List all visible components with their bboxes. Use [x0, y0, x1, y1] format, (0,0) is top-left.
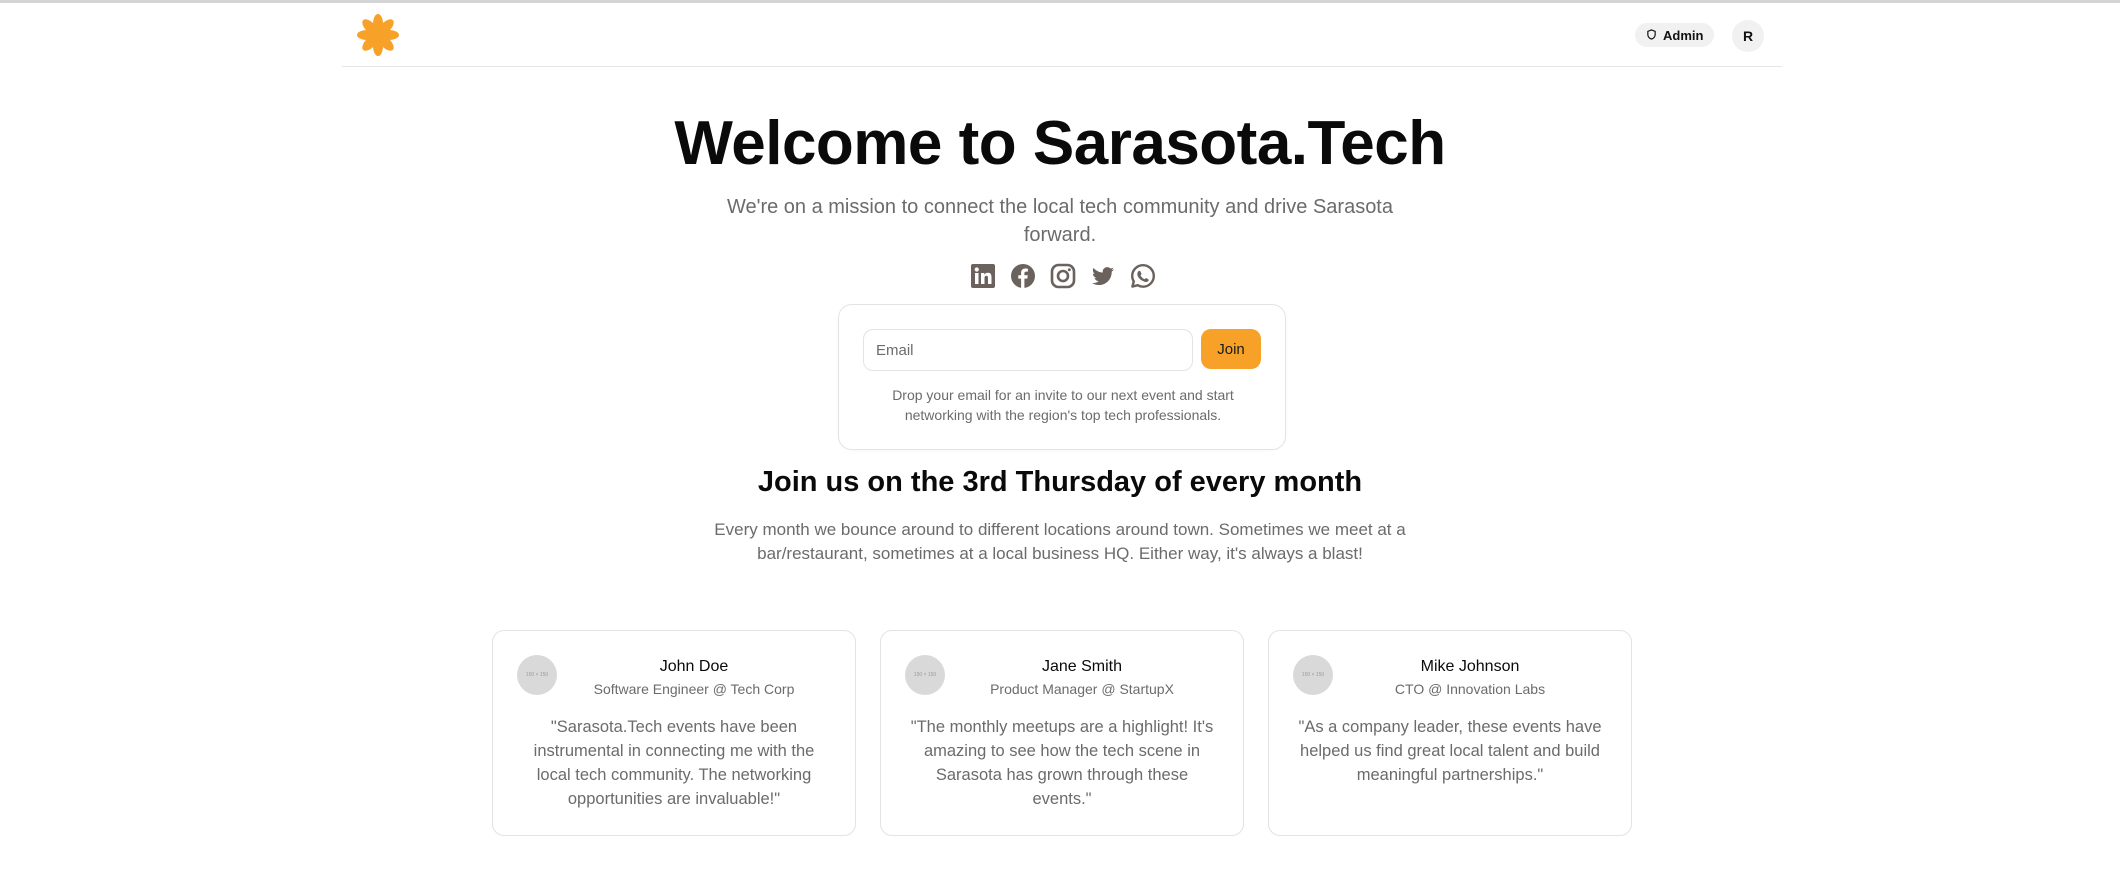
- signup-card: Join Drop your email for an invite to ou…: [838, 304, 1286, 450]
- twitter-icon[interactable]: [1089, 262, 1117, 290]
- admin-button[interactable]: Admin: [1635, 23, 1715, 47]
- meetup-description: Every month we bounce around to differen…: [714, 520, 1406, 563]
- testimonial-card: 150 × 150 Jane Smith Product Manager @ S…: [880, 630, 1244, 836]
- admin-label: Admin: [1663, 27, 1704, 43]
- social-links: [968, 262, 1158, 290]
- linkedin-icon[interactable]: [969, 262, 997, 290]
- testimonial-name: Jane Smith: [1041, 658, 1123, 675]
- avatar: 150 × 150: [905, 655, 945, 695]
- testimonial-quote: "Sarasota.Tech events have been instrume…: [533, 718, 815, 808]
- asterisk-flower-icon[interactable]: [356, 13, 400, 57]
- hero-subtitle: We're on a mission to connect the local …: [726, 196, 1393, 246]
- testimonial-card: 150 × 150 Mike Johnson CTO @ Innovation …: [1268, 630, 1632, 836]
- meetup-title: Join us on the 3rd Thursday of every mon…: [757, 466, 1363, 498]
- avatar: 150 × 150: [1293, 655, 1333, 695]
- testimonial-quote: "The monthly meetups are a highlight! It…: [910, 718, 1214, 808]
- signup-note: Drop your email for an invite to our nex…: [892, 387, 1234, 423]
- user-avatar-button[interactable]: R: [1732, 20, 1764, 52]
- site-header: Admin R: [342, 3, 1782, 67]
- testimonial-quote: "As a company leader, these events have …: [1298, 718, 1602, 784]
- page-title: Welcome to Sarasota.Tech: [674, 109, 1446, 178]
- testimonial-role: Software Engineer @ Tech Corp: [593, 681, 795, 697]
- whatsapp-icon[interactable]: [1129, 262, 1157, 290]
- testimonial-name: John Doe: [659, 658, 729, 675]
- join-button[interactable]: Join: [1201, 329, 1261, 369]
- facebook-icon[interactable]: [1009, 262, 1037, 290]
- shield-icon: [1646, 28, 1657, 43]
- email-input[interactable]: [863, 329, 1193, 371]
- instagram-icon[interactable]: [1049, 262, 1077, 290]
- avatar: 150 × 150: [517, 655, 557, 695]
- testimonial-name: Mike Johnson: [1420, 658, 1520, 675]
- testimonial-role: CTO @ Innovation Labs: [1394, 681, 1546, 697]
- testimonial-card: 150 × 150 John Doe Software Engineer @ T…: [492, 630, 856, 836]
- testimonial-role: Product Manager @ StartupX: [990, 681, 1174, 697]
